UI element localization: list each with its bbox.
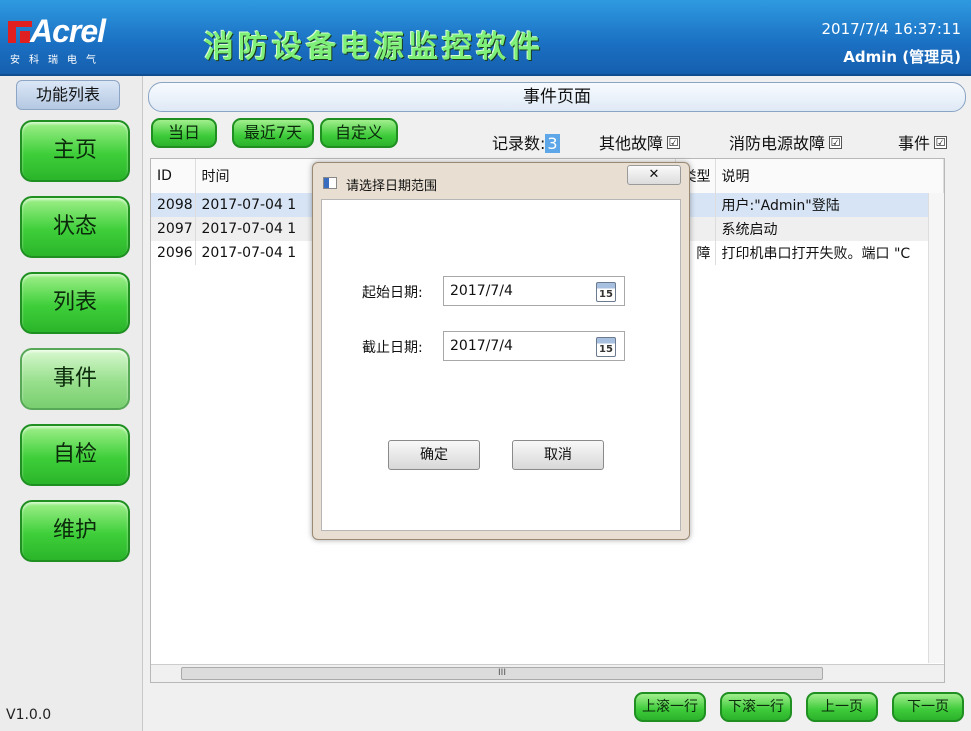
cell-desc: 用户:"Admin"登陆 xyxy=(715,193,944,217)
prev-page-button[interactable]: 上一页 xyxy=(806,692,878,722)
page-title: 事件页面 xyxy=(148,82,966,112)
dialog-body: 起始日期: 2017/7/4 15 截止日期: 2017/7/4 15 确定 取… xyxy=(321,199,681,531)
sidebar: 功能列表 主页 状态 列表 事件 自检 维护 V1.0.0 xyxy=(0,76,143,731)
version-label: V1.0.0 xyxy=(6,707,52,723)
record-count-value: 3 xyxy=(545,134,560,153)
cell-id: 2097 xyxy=(151,217,196,241)
current-datetime: 2017/7/4 16:37:11 xyxy=(821,20,961,38)
start-date-picker[interactable]: 2017/7/4 15 xyxy=(443,276,625,306)
other-fault-label: 其他故障 xyxy=(599,134,664,153)
ok-button[interactable]: 确定 xyxy=(388,440,480,470)
logo: Acrel 安科瑞电气 xyxy=(8,9,183,69)
end-date-picker[interactable]: 2017/7/4 15 xyxy=(443,331,625,361)
cell-id: 2098 xyxy=(151,193,196,217)
app-title: 消防设备电源监控软件 xyxy=(204,30,544,65)
other-fault-filter[interactable]: 其他故障 ☑ xyxy=(599,130,681,154)
col-id-header[interactable]: ID xyxy=(151,159,196,193)
record-count-label: 记录数: 3 xyxy=(492,130,560,154)
event-filter[interactable]: 事件 ☑ xyxy=(898,130,948,154)
col-desc-header[interactable]: 说明 xyxy=(715,159,944,193)
record-count-text: 记录数: xyxy=(492,134,546,153)
cell-id: 2096 xyxy=(151,241,196,265)
other-fault-checkbox[interactable]: ☑ xyxy=(667,135,681,149)
next-page-button[interactable]: 下一页 xyxy=(892,692,964,722)
vertical-scrollbar[interactable] xyxy=(928,193,944,663)
filter-today-button[interactable]: 当日 xyxy=(151,118,217,148)
scroll-up-button[interactable]: 上滚一行 xyxy=(634,692,706,722)
filter-last7-button[interactable]: 最近7天 xyxy=(232,118,314,148)
logo-subtitle: 安科瑞电气 xyxy=(10,55,105,66)
nav-home-button[interactable]: 主页 xyxy=(20,120,130,182)
cell-desc: 系统启动 xyxy=(715,217,944,241)
date-range-dialog: 请选择日期范围 ✕ 起始日期: 2017/7/4 15 截止日期: 2017/7… xyxy=(312,162,690,540)
filter-custom-button[interactable]: 自定义 xyxy=(320,118,398,148)
acrel-logo-icon xyxy=(8,21,32,43)
power-fault-filter[interactable]: 消防电源故障 ☑ xyxy=(729,130,843,154)
event-label: 事件 xyxy=(898,134,931,153)
power-fault-label: 消防电源故障 xyxy=(729,134,826,153)
horizontal-scroll-thumb[interactable]: III xyxy=(181,667,823,680)
calendar-icon[interactable]: 15 xyxy=(596,337,616,357)
nav-maintenance-button[interactable]: 维护 xyxy=(20,500,130,562)
app-header: Acrel 安科瑞电气 消防设备电源监控软件 2017/7/4 16:37:11… xyxy=(0,0,971,76)
sidebar-title: 功能列表 xyxy=(16,80,120,110)
calendar-icon[interactable]: 15 xyxy=(596,282,616,302)
window-icon xyxy=(323,177,337,189)
nav-list-button[interactable]: 列表 xyxy=(20,272,130,334)
cell-desc: 打印机串口打开失败。端口 "C xyxy=(715,241,944,265)
end-date-value: 2017/7/4 xyxy=(450,338,513,354)
dialog-title: 请选择日期范围 xyxy=(346,179,438,194)
cancel-button[interactable]: 取消 xyxy=(512,440,604,470)
close-button[interactable]: ✕ xyxy=(627,165,681,185)
start-date-value: 2017/7/4 xyxy=(450,283,513,299)
power-fault-checkbox[interactable]: ☑ xyxy=(829,135,843,149)
event-checkbox[interactable]: ☑ xyxy=(934,135,948,149)
end-date-label: 截止日期: xyxy=(362,340,423,356)
horizontal-scrollbar[interactable]: III xyxy=(151,664,944,682)
current-user: Admin (管理员) xyxy=(843,48,961,66)
nav-status-button[interactable]: 状态 xyxy=(20,196,130,258)
nav-selfcheck-button[interactable]: 自检 xyxy=(20,424,130,486)
logo-brand: Acrel xyxy=(30,13,106,49)
nav-event-button[interactable]: 事件 xyxy=(20,348,130,410)
start-date-label: 起始日期: xyxy=(362,285,423,301)
scroll-down-button[interactable]: 下滚一行 xyxy=(720,692,792,722)
